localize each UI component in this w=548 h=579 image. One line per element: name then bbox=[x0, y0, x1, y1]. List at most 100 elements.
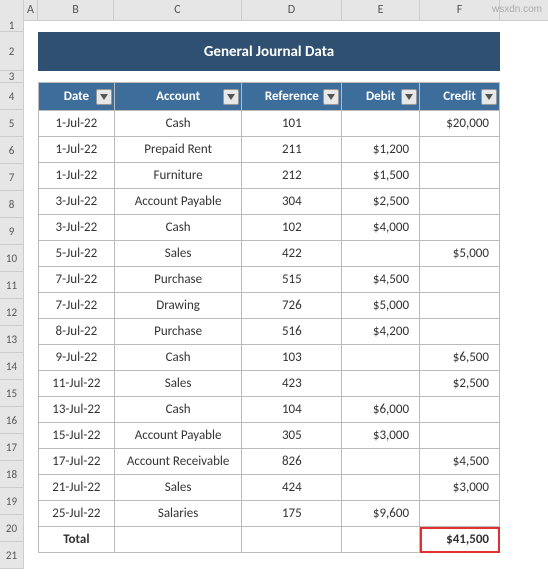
row-header-1[interactable]: 1 bbox=[0, 20, 24, 32]
cell-reference[interactable]: 826 bbox=[242, 449, 342, 475]
cell-account[interactable]: Account Payable bbox=[114, 189, 242, 215]
cell-reference[interactable]: 211 bbox=[242, 137, 342, 163]
cell-reference[interactable]: 304 bbox=[242, 189, 342, 215]
col-header-C[interactable]: C bbox=[114, 0, 242, 20]
cell-date[interactable]: 17-Jul-22 bbox=[39, 449, 115, 475]
cell-reference[interactable]: 423 bbox=[242, 371, 342, 397]
row-header-19[interactable]: 19 bbox=[0, 488, 24, 515]
cell-credit[interactable]: $6,500 bbox=[420, 345, 500, 371]
cell-credit[interactable] bbox=[420, 215, 500, 241]
cell-date[interactable]: 3-Jul-22 bbox=[39, 215, 115, 241]
cell-credit[interactable] bbox=[420, 267, 500, 293]
cell-account[interactable]: Drawing bbox=[114, 293, 242, 319]
header-debit[interactable]: Debit bbox=[342, 83, 420, 111]
filter-button-reference[interactable] bbox=[323, 89, 339, 105]
cell-debit[interactable]: $3,000 bbox=[342, 423, 420, 449]
cell-account[interactable]: Furniture bbox=[114, 163, 242, 189]
cell-account[interactable]: Prepaid Rent bbox=[114, 137, 242, 163]
cell-account[interactable]: Account Receivable bbox=[114, 449, 242, 475]
cell-debit[interactable] bbox=[342, 449, 420, 475]
filter-button-date[interactable] bbox=[96, 89, 112, 105]
row-header-21[interactable]: 21 bbox=[0, 542, 24, 569]
cell-debit[interactable]: $9,600 bbox=[342, 501, 420, 527]
row-header-16[interactable]: 16 bbox=[0, 407, 24, 434]
cell-reference[interactable]: 516 bbox=[242, 319, 342, 345]
cell-account[interactable]: Sales bbox=[114, 241, 242, 267]
cell-credit[interactable]: $2,500 bbox=[420, 371, 500, 397]
cell-debit[interactable]: $5,000 bbox=[342, 293, 420, 319]
row-header-15[interactable]: 15 bbox=[0, 380, 24, 407]
row-header-2[interactable]: 2 bbox=[0, 32, 24, 71]
cell-debit[interactable]: $1,500 bbox=[342, 163, 420, 189]
total-credit-cell[interactable]: $41,500 bbox=[420, 527, 500, 553]
cell-account[interactable]: Cash bbox=[114, 397, 242, 423]
cell-reference[interactable]: 422 bbox=[242, 241, 342, 267]
row-header-6[interactable]: 6 bbox=[0, 137, 24, 164]
row-header-18[interactable]: 18 bbox=[0, 461, 24, 488]
cell-date[interactable]: 25-Jul-22 bbox=[39, 501, 115, 527]
cell-debit[interactable] bbox=[342, 371, 420, 397]
cell-credit[interactable] bbox=[420, 163, 500, 189]
row-header-14[interactable]: 14 bbox=[0, 353, 24, 380]
cell-reference[interactable]: 305 bbox=[242, 423, 342, 449]
cell-reference[interactable]: 726 bbox=[242, 293, 342, 319]
cell-account[interactable]: Purchase bbox=[114, 319, 242, 345]
row-header-13[interactable]: 13 bbox=[0, 326, 24, 353]
row-header-10[interactable]: 10 bbox=[0, 245, 24, 272]
cell-credit[interactable] bbox=[420, 397, 500, 423]
cell-reference[interactable]: 424 bbox=[242, 475, 342, 501]
cell-date[interactable]: 13-Jul-22 bbox=[39, 397, 115, 423]
cell-date[interactable]: 1-Jul-22 bbox=[39, 111, 115, 137]
cell-reference[interactable]: 515 bbox=[242, 267, 342, 293]
filter-button-credit[interactable] bbox=[481, 89, 497, 105]
cell-reference[interactable]: 103 bbox=[242, 345, 342, 371]
cell-date[interactable]: 7-Jul-22 bbox=[39, 267, 115, 293]
row-header-11[interactable]: 11 bbox=[0, 272, 24, 299]
col-header-B[interactable]: B bbox=[38, 0, 114, 20]
header-account[interactable]: Account bbox=[114, 83, 242, 111]
cell-debit[interactable] bbox=[342, 111, 420, 137]
cell-date[interactable]: 3-Jul-22 bbox=[39, 189, 115, 215]
row-header-4[interactable]: 4 bbox=[0, 83, 24, 110]
cell-account[interactable]: Cash bbox=[114, 215, 242, 241]
cell-debit[interactable]: $4,000 bbox=[342, 215, 420, 241]
header-date[interactable]: Date bbox=[39, 83, 115, 111]
row-header-17[interactable]: 17 bbox=[0, 434, 24, 461]
cell-reference[interactable]: 102 bbox=[242, 215, 342, 241]
cell-credit[interactable] bbox=[420, 189, 500, 215]
cell-debit[interactable] bbox=[342, 241, 420, 267]
cell-reference[interactable]: 101 bbox=[242, 111, 342, 137]
cell-account[interactable]: Sales bbox=[114, 371, 242, 397]
cell-account[interactable]: Cash bbox=[114, 111, 242, 137]
filter-button-account[interactable] bbox=[223, 89, 239, 105]
cell-reference[interactable]: 175 bbox=[242, 501, 342, 527]
cell-date[interactable]: 21-Jul-22 bbox=[39, 475, 115, 501]
cell-account[interactable]: Salaries bbox=[114, 501, 242, 527]
total-empty[interactable] bbox=[114, 527, 242, 553]
total-empty[interactable] bbox=[342, 527, 420, 553]
cell-credit[interactable] bbox=[420, 501, 500, 527]
cell-credit[interactable]: $3,000 bbox=[420, 475, 500, 501]
total-empty[interactable] bbox=[242, 527, 342, 553]
col-header-E[interactable]: E bbox=[342, 0, 420, 20]
row-header-9[interactable]: 9 bbox=[0, 218, 24, 245]
cell-date[interactable]: 5-Jul-22 bbox=[39, 241, 115, 267]
cell-debit[interactable]: $2,500 bbox=[342, 189, 420, 215]
row-header-8[interactable]: 8 bbox=[0, 191, 24, 218]
cell-debit[interactable] bbox=[342, 345, 420, 371]
cell-credit[interactable]: $5,000 bbox=[420, 241, 500, 267]
row-header-7[interactable]: 7 bbox=[0, 164, 24, 191]
cell-reference[interactable]: 212 bbox=[242, 163, 342, 189]
cell-date[interactable]: 11-Jul-22 bbox=[39, 371, 115, 397]
cell-debit[interactable] bbox=[342, 475, 420, 501]
cell-date[interactable]: 7-Jul-22 bbox=[39, 293, 115, 319]
cell-account[interactable]: Purchase bbox=[114, 267, 242, 293]
cell-date[interactable]: 15-Jul-22 bbox=[39, 423, 115, 449]
cell-credit[interactable]: $20,000 bbox=[420, 111, 500, 137]
row-header-3[interactable]: 3 bbox=[0, 71, 24, 83]
col-header-D[interactable]: D bbox=[242, 0, 342, 20]
cell-credit[interactable]: $4,500 bbox=[420, 449, 500, 475]
cell-account[interactable]: Sales bbox=[114, 475, 242, 501]
cell-account[interactable]: Cash bbox=[114, 345, 242, 371]
select-all-corner[interactable] bbox=[0, 0, 24, 20]
